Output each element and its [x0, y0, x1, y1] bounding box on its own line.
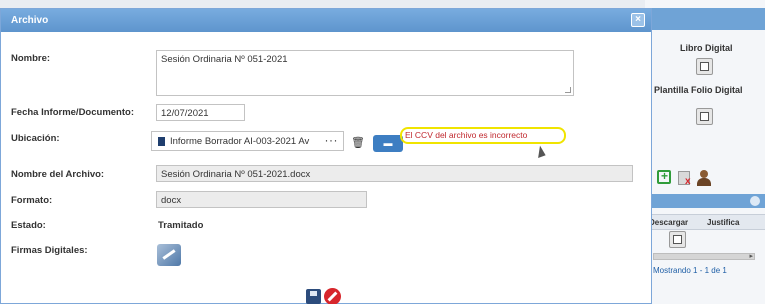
- estado-label: Estado:: [11, 220, 46, 231]
- fecha-input[interactable]: 12/07/2021: [156, 104, 245, 121]
- delete-file-button[interactable]: 🗑: [348, 134, 368, 152]
- horizontal-scrollbar[interactable]: ▸: [653, 253, 755, 260]
- resize-handle-icon[interactable]: [565, 87, 571, 93]
- ubicacion-file-field[interactable]: Informe Borrador AI-003-2021 Av ···: [151, 131, 344, 151]
- file-icon: [158, 137, 165, 146]
- nombre-value: Sesión Ordinaria Nº 051-2021: [161, 54, 288, 65]
- add-icon[interactable]: [657, 169, 671, 184]
- nombre-textarea[interactable]: Sesión Ordinaria Nº 051-2021: [156, 50, 574, 96]
- download-row-icon[interactable]: [669, 231, 686, 248]
- folder-open-icon: ▬: [383, 138, 393, 148]
- ubicacion-file-name: Informe Borrador AI-003-2021 Av: [170, 136, 310, 147]
- scroll-right-icon[interactable]: ▸: [749, 252, 753, 260]
- save-button[interactable]: [306, 289, 321, 304]
- ubicacion-label: Ubicación:: [11, 133, 60, 144]
- cancel-button[interactable]: [324, 288, 341, 304]
- mouse-cursor-icon: [534, 144, 546, 159]
- estado-value: Tramitado: [158, 220, 204, 231]
- nombre-archivo-label: Nombre del Archivo:: [11, 169, 105, 180]
- delete-icon[interactable]: [678, 171, 691, 187]
- fecha-label: Fecha Informe/Documento:: [11, 107, 134, 118]
- grid-columns: Descargar Justifica: [645, 214, 765, 230]
- formato-field: docx: [156, 191, 367, 208]
- plantilla-folio-label: Plantilla Folio Digital: [654, 85, 743, 95]
- collapse-icon[interactable]: [750, 196, 760, 206]
- nombre-label: Nombre:: [11, 53, 51, 64]
- close-button[interactable]: ×: [631, 13, 645, 27]
- user-icon[interactable]: [697, 170, 711, 186]
- libro-digital-label: Libro Digital: [680, 43, 733, 53]
- column-descargar[interactable]: Descargar: [649, 218, 688, 227]
- column-justifica[interactable]: Justifica: [707, 218, 739, 227]
- archivo-dialog: Archivo × Nombre: Sesión Ordinaria Nº 05…: [0, 8, 652, 304]
- formato-label: Formato:: [11, 195, 53, 206]
- background-panel: Libro Digital Plantilla Folio Digital De…: [645, 0, 765, 304]
- plantilla-folio-icon[interactable]: [696, 108, 713, 125]
- browse-file-button[interactable]: ▬: [373, 135, 403, 152]
- ccv-error-message: El CCV del archivo es incorrecto: [405, 130, 528, 140]
- more-options-button[interactable]: ···: [325, 133, 339, 147]
- firmas-label: Firmas Digitales:: [11, 245, 88, 256]
- trash-icon: 🗑: [351, 137, 365, 149]
- background-header: [645, 8, 765, 30]
- nombre-archivo-field: Sesión Ordinaria Nº 051-2021.docx: [156, 165, 633, 182]
- pager-summary: Mostrando 1 - 1 de 1: [653, 266, 727, 275]
- libro-digital-icon[interactable]: [696, 58, 713, 75]
- dialog-title: Archivo: [11, 15, 49, 26]
- background-actions: [657, 168, 717, 188]
- grid-header: [645, 194, 765, 208]
- signature-pen-icon[interactable]: [157, 244, 181, 266]
- dialog-titlebar[interactable]: Archivo ×: [1, 9, 651, 32]
